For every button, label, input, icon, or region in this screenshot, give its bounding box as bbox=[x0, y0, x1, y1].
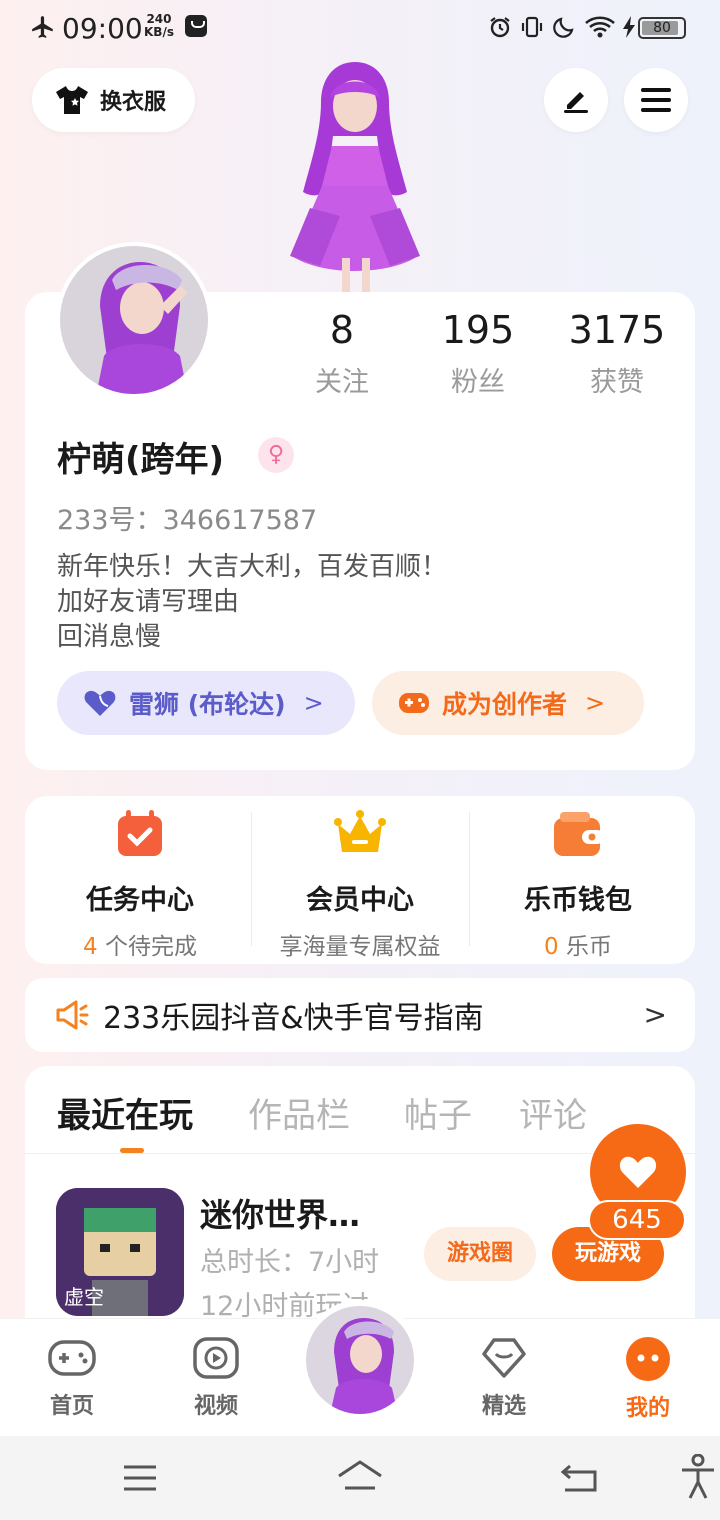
charging-icon bbox=[623, 16, 635, 38]
tab-works[interactable]: 作品栏 bbox=[248, 1088, 350, 1137]
member-center[interactable]: 会员中心 享海量专属权益 bbox=[250, 806, 470, 961]
battery-indicator: 80 bbox=[638, 17, 686, 39]
chevron-right-icon: > bbox=[585, 689, 606, 717]
hamburger-icon bbox=[641, 88, 671, 112]
crown-icon bbox=[334, 810, 386, 852]
tab-recent-play[interactable]: 最近在玩 bbox=[57, 1088, 193, 1137]
edit-profile-button[interactable] bbox=[544, 68, 608, 132]
avatar-character[interactable] bbox=[270, 58, 440, 298]
heart-icon bbox=[84, 690, 116, 716]
heart-icon bbox=[619, 1156, 657, 1188]
face-icon bbox=[626, 1337, 670, 1381]
vibrate-icon bbox=[521, 16, 543, 38]
bio-line: 新年快乐！大吉大利，百发百顺！ bbox=[57, 552, 448, 582]
followers-stat[interactable]: 195 粉丝 bbox=[408, 308, 548, 399]
dress-up-button[interactable]: 换衣服 bbox=[32, 68, 195, 132]
nav-video[interactable]: 视频 bbox=[166, 1336, 266, 1420]
pencil-icon bbox=[564, 92, 588, 113]
recent-apps-icon[interactable] bbox=[122, 1464, 158, 1492]
airplane-icon bbox=[32, 16, 53, 38]
network-speed: 240 KB/s bbox=[144, 12, 174, 39]
official-guide-banner[interactable]: 233乐园抖音&快手官号指南 > bbox=[25, 978, 695, 1052]
calendar-check-icon bbox=[118, 810, 162, 856]
coin-wallet[interactable]: 乐币钱包 0 乐币 bbox=[468, 806, 688, 961]
svg-text:虚空: 虚空 bbox=[64, 1285, 104, 1309]
female-gender-icon: ♀ bbox=[258, 437, 294, 473]
gamepad-icon bbox=[48, 1340, 96, 1376]
game-icon[interactable]: 虚空 bbox=[56, 1188, 184, 1316]
bio-line: 回消息慢 bbox=[57, 622, 162, 652]
nav-home[interactable]: 首页 bbox=[22, 1336, 122, 1420]
chevron-right-icon: > bbox=[643, 998, 667, 1031]
bio: 新年快乐！大吉大利，百发百顺！ 加好友请写理由 回消息慢 bbox=[57, 550, 447, 655]
alarm-icon bbox=[490, 17, 510, 38]
like-count: 645 bbox=[588, 1200, 686, 1240]
task-center[interactable]: 任务中心 4 个待完成 bbox=[30, 806, 250, 961]
home-icon[interactable] bbox=[336, 1458, 384, 1494]
game-circle-button[interactable]: 游戏圈 bbox=[424, 1227, 536, 1281]
avatar[interactable] bbox=[56, 242, 212, 398]
status-bar: 09:00 240 KB/s 80 bbox=[0, 0, 720, 58]
tab-posts[interactable]: 帖子 bbox=[404, 1088, 472, 1137]
back-icon[interactable] bbox=[560, 1460, 598, 1494]
moon-icon bbox=[553, 17, 574, 38]
wifi-icon bbox=[585, 16, 615, 38]
become-creator-button[interactable]: 成为创作者 > bbox=[372, 671, 644, 735]
tab-comments[interactable]: 评论 bbox=[519, 1088, 587, 1137]
chevron-right-icon: > bbox=[303, 689, 324, 717]
play-icon bbox=[193, 1337, 239, 1379]
nav-avatar[interactable] bbox=[300, 1300, 420, 1420]
likes-stat[interactable]: 3175 获赞 bbox=[547, 308, 687, 399]
game-duration: 总时长：7小时 bbox=[200, 1247, 380, 1278]
following-stat[interactable]: 8 关注 bbox=[272, 308, 412, 399]
user-id[interactable]: 233号：346617587 bbox=[57, 498, 317, 537]
tshirt-icon bbox=[56, 86, 88, 114]
gamepad-icon bbox=[399, 693, 429, 713]
bio-line: 加好友请写理由 bbox=[57, 587, 240, 617]
megaphone-icon bbox=[56, 1000, 89, 1030]
nav-featured[interactable]: 精选 bbox=[454, 1336, 554, 1420]
nav-mine[interactable]: 我的 bbox=[598, 1336, 698, 1422]
system-navigation-bar bbox=[0, 1436, 720, 1520]
menu-button[interactable] bbox=[624, 68, 688, 132]
heart-diamond-icon bbox=[482, 1338, 526, 1378]
nickname: 柠萌(跨年) bbox=[57, 440, 225, 480]
accessibility-icon[interactable] bbox=[680, 1454, 716, 1500]
wallet-icon bbox=[554, 812, 604, 856]
guild-badge-button[interactable]: 雷狮 (布轮达) > bbox=[57, 671, 355, 735]
message-notification-icon bbox=[185, 15, 207, 37]
game-title[interactable]: 迷你世界… bbox=[200, 1190, 360, 1236]
clock: 09:00 bbox=[62, 12, 143, 45]
avatar-image bbox=[96, 262, 188, 394]
game-icon-image: 虚空 bbox=[56, 1188, 184, 1316]
avatar-image bbox=[330, 1318, 398, 1414]
